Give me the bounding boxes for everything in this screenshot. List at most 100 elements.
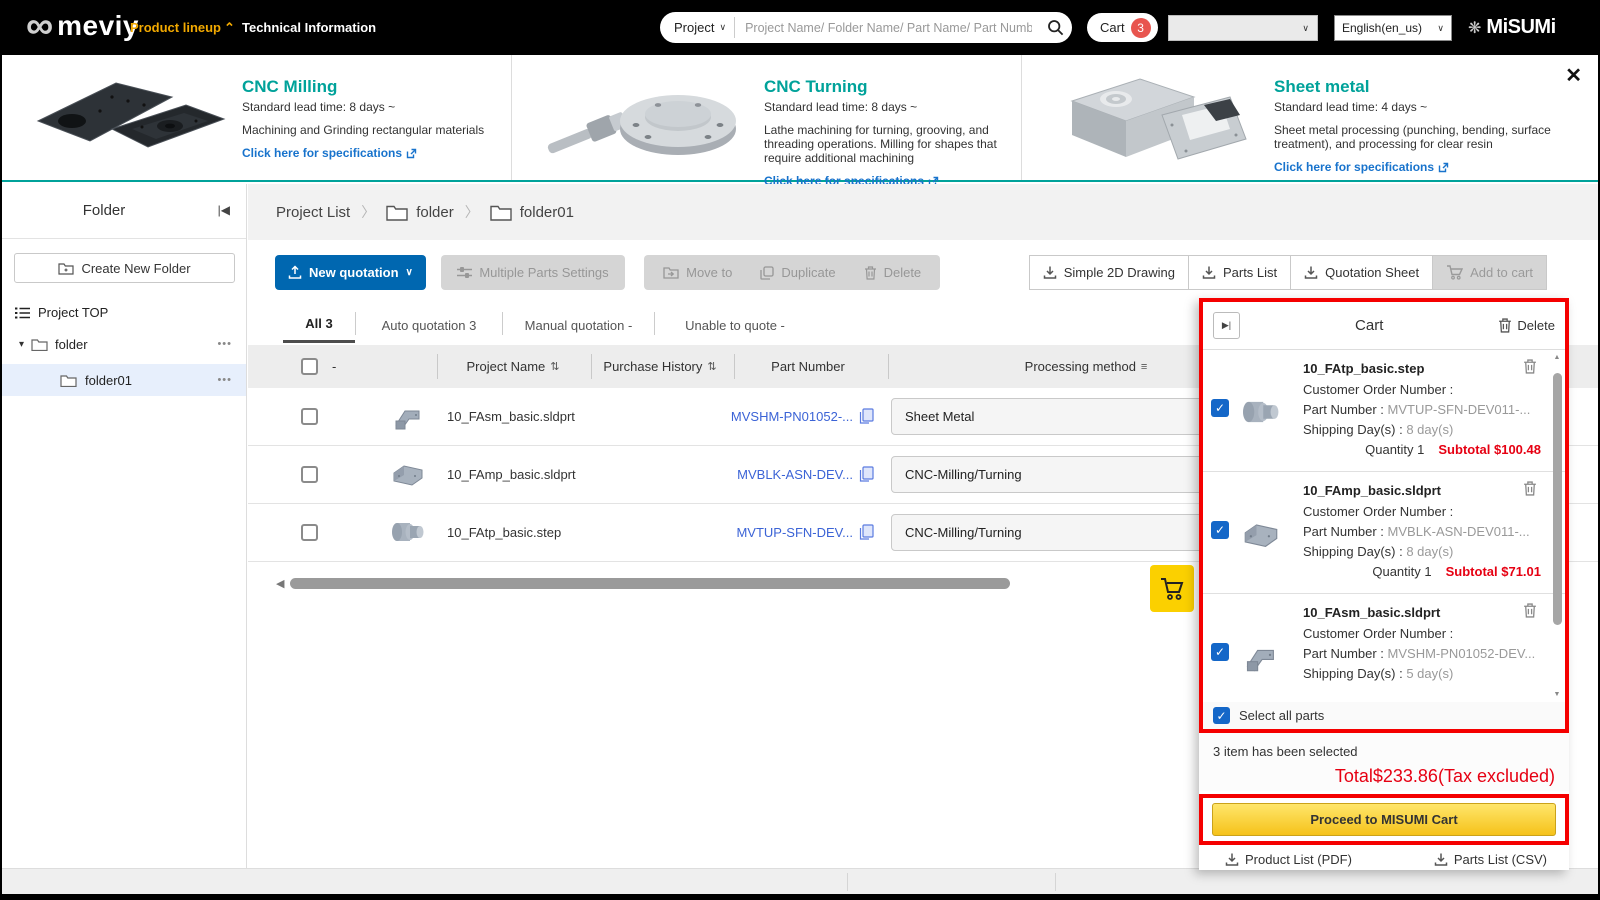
customer-order-label: Customer Order Number :	[1303, 626, 1454, 641]
floating-cart-button[interactable]	[1150, 565, 1194, 612]
nav-product-lineup[interactable]: Product lineup ⌃	[130, 20, 235, 36]
delete-button[interactable]: Delete	[864, 265, 921, 280]
sidebar-collapse-icon[interactable]: |◀	[218, 203, 230, 217]
customer-order-label: Customer Order Number :	[1303, 382, 1454, 397]
cart-item-checkbox[interactable]: ✓	[1211, 521, 1229, 539]
trash-icon[interactable]	[1523, 603, 1537, 618]
cart-collapse-button[interactable]: ▶|	[1213, 312, 1240, 339]
copy-icon[interactable]	[859, 466, 874, 482]
part-thumbnail-block	[393, 465, 423, 486]
cart-highlight-box: ▶| Cart Delete 10_FAtp_basic.step ✓ Cust…	[1199, 298, 1569, 733]
scrollbar-thumb[interactable]	[1552, 373, 1562, 625]
banner-spec-link[interactable]: Click here for specifications	[1274, 160, 1574, 174]
add-to-cart-button[interactable]: Add to cart	[1432, 255, 1547, 290]
tab-unable-to-quote[interactable]: Unable to quote -	[655, 307, 815, 343]
cart-icon	[1161, 577, 1184, 600]
header-cart-button[interactable]: Cart 3	[1087, 13, 1158, 42]
external-link-icon	[406, 148, 417, 158]
parts-list-button[interactable]: Parts List	[1187, 255, 1292, 290]
expander-icon[interactable]: ▾	[19, 339, 24, 350]
folder-more-menu[interactable]: •••	[217, 374, 232, 386]
product-list-pdf-link[interactable]: Product List (PDF)	[1225, 852, 1352, 867]
chevron-down-icon: ∨	[719, 22, 727, 32]
trash-icon[interactable]	[1523, 481, 1537, 496]
new-quotation-button[interactable]: New quotation ∨	[275, 255, 426, 290]
copy-icon[interactable]	[859, 524, 874, 540]
cart-delete-button[interactable]: Delete	[1498, 318, 1555, 333]
banner-spec-link[interactable]: Click here for specifications	[242, 146, 497, 160]
create-new-folder-button[interactable]: Create New Folder	[14, 253, 235, 283]
row-checkbox[interactable]	[301, 466, 318, 483]
download-icon	[1225, 853, 1239, 866]
search-category-select[interactable]: Project ∨	[660, 20, 734, 35]
breadcrumb-folder[interactable]: folder	[386, 204, 454, 221]
part-number-link[interactable]: MVSHM-PN01052-...	[703, 409, 853, 424]
header-account-select[interactable]: ∨	[1168, 15, 1318, 41]
column-project-name[interactable]: Project Name ⇅	[467, 359, 560, 374]
breadcrumb-folder01[interactable]: folder01	[490, 204, 574, 221]
banner-title: CNC Milling	[242, 77, 338, 96]
cart-item-checkbox[interactable]: ✓	[1211, 399, 1229, 417]
top-header: ∞ meviy Product lineup ⌃ Technical Inform…	[2, 0, 1598, 55]
folder-sidebar: Folder |◀ Create New Folder Project TOP …	[2, 184, 247, 868]
column-dash: -	[332, 359, 337, 374]
misumi-logo-text: MiSUMi	[1486, 16, 1556, 38]
breadcrumb: Project List 〉 folder 〉 folder01	[248, 184, 1598, 240]
select-all-checkbox[interactable]	[301, 358, 318, 375]
row-checkbox[interactable]	[301, 524, 318, 541]
scrollbar-thumb[interactable]	[290, 578, 1011, 589]
part-number-link[interactable]: MVTUP-SFN-DEV...	[703, 525, 853, 540]
shipping-line: Shipping Day(s) : 5 day(s)	[1303, 666, 1454, 681]
chevron-down-icon: ∨	[405, 267, 413, 278]
sidebar-item-folder01[interactable]: folder01 •••	[2, 364, 246, 396]
shipping-value: 8 day(s)	[1406, 422, 1454, 437]
proceed-to-misumi-cart-button[interactable]: Proceed to MISUMI Cart	[1212, 803, 1556, 836]
breadcrumb-project-list[interactable]: Project List	[276, 204, 350, 221]
sidebar-item-folder[interactable]: ▾ folder •••	[2, 328, 246, 360]
scroll-left-icon[interactable]: ◀	[276, 577, 284, 590]
select-all-parts-row: ✓ Select all parts	[1203, 702, 1565, 729]
column-processing-method[interactable]: Processing method ≡	[1025, 359, 1148, 374]
filter-icon: ≡	[1140, 360, 1148, 373]
cart-panel: ▶| Cart Delete 10_FAtp_basic.step ✓ Cust…	[1199, 298, 1569, 870]
banner-lead-time: Standard lead time: 8 days ~	[764, 100, 918, 114]
tab-all[interactable]: All 3	[283, 307, 355, 343]
cart-item: 10_FAsm_basic.sldprt ✓ Customer Order Nu…	[1203, 594, 1565, 702]
quotation-tabs: All 3 Auto quotation 3 Manual quotation …	[283, 307, 815, 343]
banner-close-button[interactable]: ✕	[1565, 63, 1582, 88]
banner-title: CNC Turning	[764, 77, 868, 96]
select-all-parts-checkbox[interactable]: ✓	[1213, 707, 1230, 724]
meviy-logo-text: meviy	[57, 10, 139, 41]
folder-icon	[31, 338, 48, 351]
folder-icon	[386, 205, 408, 221]
simple-2d-drawing-button[interactable]: Simple 2D Drawing	[1028, 255, 1189, 290]
part-number-link[interactable]: MVBLK-ASN-DEV...	[703, 467, 853, 482]
sidebar-item-project-top[interactable]: Project TOP	[15, 305, 246, 320]
cart-item-checkbox[interactable]: ✓	[1211, 643, 1229, 661]
scroll-down-icon[interactable]: ▼	[1554, 691, 1561, 698]
tab-auto-quotation[interactable]: Auto quotation 3	[356, 307, 502, 343]
move-to-button[interactable]: Move to	[663, 265, 732, 280]
nav-technical-information[interactable]: Technical Information	[242, 20, 376, 35]
language-select[interactable]: English(en_us) ∨	[1334, 15, 1452, 41]
parts-list-csv-link[interactable]: Parts List (CSV)	[1434, 852, 1547, 867]
misumi-logo[interactable]: ❋ MiSUMi	[1468, 16, 1556, 39]
search-button[interactable]	[1038, 19, 1072, 36]
search-input[interactable]	[735, 20, 1038, 35]
duplicate-button[interactable]: Duplicate	[760, 265, 836, 280]
cart-item-name: 10_FAtp_basic.step	[1303, 361, 1425, 376]
meviy-logo[interactable]: ∞ meviy	[26, 7, 139, 45]
banner-card-cnc-turning: CNC Turning Standard lead time: 8 days ~…	[512, 55, 1022, 188]
scroll-up-icon[interactable]: ▲	[1554, 354, 1561, 361]
folder-more-menu[interactable]: •••	[217, 338, 232, 350]
copy-icon[interactable]	[859, 408, 874, 424]
quotation-sheet-button[interactable]: Quotation Sheet	[1290, 255, 1434, 290]
column-purchase-history[interactable]: Purchase History ⇅	[603, 359, 716, 374]
trash-icon[interactable]	[1523, 359, 1537, 374]
product-banner: CNC Milling Standard lead time: 8 days ~…	[2, 55, 1598, 188]
caret-up-icon: ⌃	[224, 20, 235, 35]
tab-manual-quotation[interactable]: Manual quotation -	[503, 307, 654, 343]
multiple-parts-settings-button[interactable]: Multiple Parts Settings	[441, 255, 625, 290]
row-checkbox[interactable]	[301, 408, 318, 425]
footer-divider	[1055, 873, 1056, 891]
